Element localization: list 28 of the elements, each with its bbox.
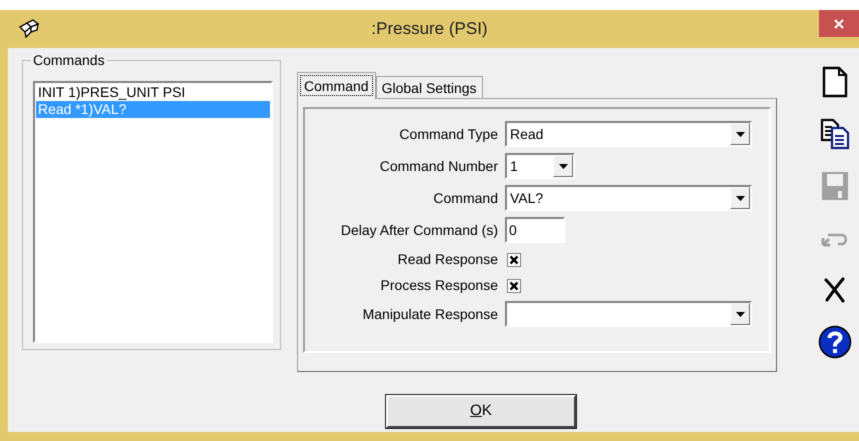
tab[interactable]: Command — [297, 72, 376, 99]
checkbox[interactable] — [507, 278, 521, 292]
commands-list[interactable]: INIT 1)PRES_UNIT PSI Read *1)VAL? — [33, 81, 273, 343]
group-label: Commands — [31, 52, 107, 68]
close-icon — [833, 18, 845, 30]
list-item[interactable]: INIT 1)PRES_UNIT PSI — [36, 84, 270, 101]
field-label: Read Response — [396, 250, 499, 269]
dropdown[interactable]: Read — [505, 121, 752, 147]
dropdown[interactable]: VAL? — [505, 185, 752, 211]
dropdown[interactable] — [505, 301, 752, 327]
field-label: Command Number — [378, 156, 499, 176]
field-label: Manipulate Response — [362, 304, 499, 324]
close-button[interactable] — [819, 10, 859, 37]
window-title: :Pressure (PSI) — [371, 18, 488, 40]
app-icon — [18, 19, 40, 39]
field-label: Process Response — [379, 276, 499, 295]
field-label: Command Type — [398, 124, 499, 144]
caret-icon — [736, 312, 744, 316]
input-field[interactable]: 0 — [505, 217, 565, 243]
caret-icon — [736, 132, 744, 136]
dropdown[interactable]: 1 — [505, 153, 575, 179]
caret-icon — [736, 196, 744, 200]
field-label: Command — [432, 188, 499, 208]
caret-icon — [558, 164, 568, 168]
tab[interactable]: Global Settings — [376, 76, 483, 99]
ok-button[interactable]: OK — [386, 395, 576, 428]
checkbox[interactable] — [507, 252, 521, 266]
field-label: Delay After Command (s) — [340, 220, 499, 240]
